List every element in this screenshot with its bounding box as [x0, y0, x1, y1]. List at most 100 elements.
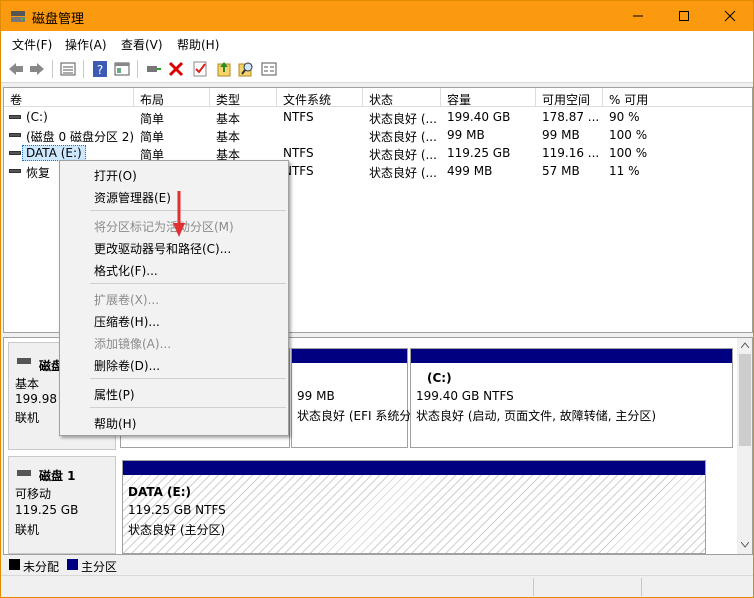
menu-delete[interactable]: 删除卷(D)... — [61, 354, 287, 374]
column-volume[interactable]: 卷 — [4, 88, 134, 107]
disk1-size: 119.25 GB — [15, 503, 79, 517]
volume-pct: 100 % — [609, 128, 648, 142]
volume-list-header: 卷 布局 类型 文件系统 状态 容量 可用空间 % 可用 — [4, 88, 752, 107]
forward-icon[interactable] — [28, 60, 46, 78]
data-e-status: 状态良好 (主分区) — [128, 523, 226, 537]
disk1-state: 联机 — [15, 523, 40, 537]
menu-separator — [90, 378, 286, 379]
menu-open[interactable]: 打开(O) — [61, 164, 287, 184]
volume-capacity: 99 MB — [447, 128, 485, 142]
column-type[interactable]: 类型 — [210, 88, 277, 107]
menu-bar: 文件(F) 操作(A) 查看(V) 帮助(H) — [1, 31, 753, 55]
c-status: 状态良好 (启动, 页面文件, 故障转储, 主分区) — [416, 409, 657, 423]
scrollbar-thumb[interactable] — [739, 354, 751, 446]
menu-file[interactable]: 文件(F) — [12, 36, 52, 53]
volume-free: 119.16 ... — [542, 146, 600, 160]
scroll-down-icon[interactable] — [741, 542, 749, 548]
close-button[interactable] — [707, 1, 753, 31]
toolbar: ? — [1, 55, 753, 83]
partition-data-e[interactable]: DATA (E:) 119.25 GB NTFS 状态良好 (主分区) — [122, 460, 706, 554]
volume-free: 178.87 ... — [542, 110, 600, 124]
up-icon[interactable] — [215, 60, 233, 78]
window-title: 磁盘管理 — [32, 12, 85, 27]
volume-status: 状态良好 (... — [369, 130, 437, 144]
menu-change-drive-letter[interactable]: 更改驱动器号和路径(C)... — [61, 237, 287, 257]
status-divider — [533, 578, 534, 596]
disk1-name: 磁盘 1 — [39, 469, 76, 483]
menu-view[interactable]: 查看(V) — [121, 36, 163, 53]
column-capacity[interactable]: 容量 — [441, 88, 536, 107]
efi-size: 99 MB — [297, 389, 335, 403]
data-e-name: DATA (E:) — [128, 485, 191, 499]
column-layout[interactable]: 布局 — [134, 88, 210, 107]
disk-map-scrollbar[interactable] — [737, 338, 752, 554]
volume-row[interactable]: (磁盘 0 磁盘分区 2) 简单 基本 状态良好 (... 99 MB 99 M… — [4, 126, 752, 144]
scroll-up-icon[interactable] — [741, 342, 749, 348]
volume-icon — [9, 169, 21, 173]
volume-type: 基本 — [216, 130, 241, 144]
console-icon[interactable] — [113, 60, 131, 78]
volume-capacity: 499 MB — [447, 164, 493, 178]
minimize-icon — [633, 15, 643, 17]
close-icon — [724, 10, 736, 22]
column-status[interactable]: 状态 — [363, 88, 441, 107]
legend-primary-swatch — [67, 559, 78, 570]
volume-name: DATA (E:) — [22, 145, 86, 161]
delete-icon[interactable] — [167, 60, 185, 78]
column-percent-free[interactable]: % 可用 — [603, 88, 752, 107]
toolbar-separator — [137, 60, 138, 78]
volume-icon — [9, 151, 21, 155]
menu-separator — [90, 210, 286, 211]
help-icon[interactable]: ? — [91, 60, 109, 78]
disk-management-window: 磁盘管理 文件(F) 操作(A) 查看(V) 帮助(H) ? 卷 布局 类型 文… — [0, 0, 754, 598]
volume-status: 状态良好 (... — [369, 148, 437, 162]
menu-properties[interactable]: 属性(P) — [61, 383, 287, 403]
menu-add-mirror[interactable]: 添加镜像(A)... — [61, 332, 287, 352]
menu-help-label: 帮助(H) — [94, 417, 137, 431]
menu-help[interactable]: 帮助(H) — [177, 36, 219, 53]
properties-icon[interactable] — [260, 60, 278, 78]
toolbar-separator — [83, 60, 84, 78]
check-icon[interactable] — [191, 60, 209, 78]
menu-properties-label: 属性(P) — [94, 388, 135, 402]
back-icon[interactable] — [7, 60, 25, 78]
partition-bar — [292, 349, 407, 363]
data-e-size: 119.25 GB NTFS — [128, 503, 226, 517]
disk1-kind: 可移动 — [15, 487, 52, 501]
volume-row[interactable]: (C:) 简单 基本 NTFS 状态良好 (... 199.40 GB 178.… — [4, 108, 752, 126]
red-arrow-annotation — [173, 191, 185, 237]
menu-format[interactable]: 格式化(F)... — [61, 259, 287, 279]
disk-icon — [17, 470, 31, 476]
maximize-button[interactable] — [661, 1, 707, 31]
column-free-space[interactable]: 可用空间 — [536, 88, 603, 107]
svg-text:?: ? — [97, 63, 103, 77]
menu-change-letter-label: 更改驱动器号和路径(C)... — [94, 242, 232, 256]
disk1-label[interactable]: 磁盘 1 可移动 119.25 GB 联机 — [8, 456, 116, 554]
menu-help-item[interactable]: 帮助(H) — [61, 412, 287, 432]
menu-mark-active-label: 将分区标记为活动分区(M) — [94, 220, 234, 234]
title-bar: 磁盘管理 — [1, 1, 753, 31]
c-name: (C:) — [427, 371, 452, 385]
column-filesystem[interactable]: 文件系统 — [277, 88, 363, 107]
partition-c[interactable]: (C:) 199.40 GB NTFS 状态良好 (启动, 页面文件, 故障转储… — [410, 348, 733, 448]
menu-shrink-label: 压缩卷(H)... — [94, 315, 160, 329]
list-view-icon[interactable] — [59, 60, 77, 78]
connect-icon[interactable] — [145, 60, 163, 78]
volume-pct: 90 % — [609, 110, 640, 124]
volume-type: 基本 — [216, 112, 241, 126]
search-icon[interactable] — [237, 60, 255, 78]
maximize-icon — [679, 11, 689, 21]
menu-extend[interactable]: 扩展卷(X)... — [61, 288, 287, 308]
legend-unallocated: 未分配 — [23, 560, 60, 574]
minimize-button[interactable] — [615, 1, 661, 31]
volume-layout: 简单 — [140, 112, 165, 126]
menu-open-label: 打开(O) — [94, 169, 137, 183]
menu-separator — [90, 407, 286, 408]
volume-capacity: 119.25 GB — [447, 146, 511, 160]
partition-efi[interactable]: 99 MB 状态良好 (EFI 系统分 — [291, 348, 411, 448]
menu-shrink[interactable]: 压缩卷(H)... — [61, 310, 287, 330]
menu-separator — [90, 283, 286, 284]
menu-explorer-label: 资源管理器(E) — [94, 191, 171, 205]
volume-status: 状态良好 (... — [369, 112, 437, 126]
menu-action[interactable]: 操作(A) — [65, 36, 107, 53]
